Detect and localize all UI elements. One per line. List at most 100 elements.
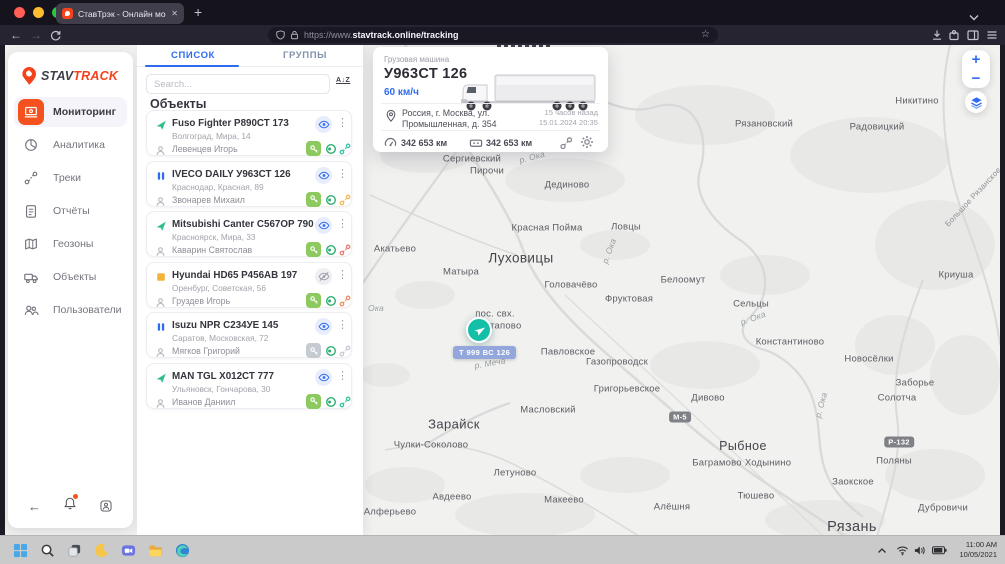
connection-icon[interactable]: [339, 344, 351, 362]
ignition-key-icon[interactable]: [306, 242, 321, 257]
driver-icon: [155, 244, 166, 262]
search-icon[interactable]: [39, 542, 56, 559]
sidebar-item-geozones[interactable]: Геозоны: [14, 229, 127, 259]
visibility-toggle[interactable]: [315, 318, 332, 335]
sidebar-toggle-icon[interactable]: [967, 25, 979, 45]
vehicle-address: Красноярск, Мира, 33: [172, 232, 256, 242]
card-menu-icon[interactable]: ⋮: [337, 217, 348, 232]
browser-tab[interactable]: СтавТрэк - Онлайн мониторин ✕: [56, 3, 184, 24]
vehicle-name: IVECO DAILY У963СТ 126: [172, 169, 291, 180]
visibility-toggle[interactable]: [315, 268, 332, 285]
vehicle-card[interactable]: Fuso Fighter Р890СТ 173⋮Волгоград, Мира,…: [146, 110, 352, 156]
objects-truck-icon: [18, 264, 44, 290]
ignition-key-icon[interactable]: [306, 394, 321, 409]
sidebar-item-label: Объекты: [53, 271, 96, 283]
task-view-icon[interactable]: [66, 542, 83, 559]
vehicle-marker[interactable]: [466, 317, 492, 343]
search-input[interactable]: [146, 74, 330, 94]
account-icon[interactable]: [99, 499, 113, 513]
card-menu-icon[interactable]: ⋮: [337, 318, 348, 333]
bookmark-star-icon[interactable]: ☆: [701, 27, 710, 43]
sidebar-item-objects[interactable]: Объекты: [14, 262, 127, 292]
forward-icon[interactable]: →: [30, 25, 42, 45]
sensor-status-icon[interactable]: [325, 294, 337, 312]
vehicle-name: Mitsubishi Canter С567ОР 790: [172, 219, 314, 230]
connection-icon[interactable]: [339, 193, 351, 211]
visibility-toggle[interactable]: [315, 167, 332, 184]
connection-icon[interactable]: [339, 142, 351, 160]
share-route-icon[interactable]: [559, 136, 573, 155]
window-minimize-button[interactable]: [33, 7, 44, 18]
tab-close-icon[interactable]: ✕: [171, 9, 178, 18]
back-icon[interactable]: ←: [10, 25, 22, 45]
settings-gear-icon[interactable]: [580, 135, 594, 154]
vehicle-card[interactable]: Isuzu NPR С234УЕ 145⋮Саратов, Московская…: [146, 312, 352, 358]
vehicle-card[interactable]: MAN TGL Х012СТ 777⋮Ульяновск, Гончарова,…: [146, 363, 352, 409]
collapse-back-icon[interactable]: ←: [28, 499, 41, 514]
edge-browser-icon[interactable]: [174, 542, 191, 559]
menu-hamburger-icon[interactable]: [986, 25, 998, 45]
sidebar-item-reports[interactable]: Отчёты: [14, 196, 127, 226]
driver-name: Каварин Святослав: [172, 245, 252, 255]
reload-icon[interactable]: [50, 25, 61, 45]
vehicle-card[interactable]: Hyundai HD65 Р456АВ 197⋮Оренбург, Советс…: [146, 262, 352, 308]
ignition-key-icon[interactable]: [306, 192, 321, 207]
sidebar-item-monitoring[interactable]: Мониторинг: [14, 97, 127, 127]
teams-chat-icon[interactable]: [120, 542, 137, 559]
ignition-key-icon[interactable]: [306, 141, 321, 156]
card-menu-icon[interactable]: ⋮: [337, 268, 348, 283]
battery-icon[interactable]: [931, 542, 947, 559]
sidebar-item-analytics[interactable]: Аналитика: [14, 130, 127, 160]
sidebar-item-users[interactable]: Пользователи: [14, 295, 127, 325]
marker-plate-badge[interactable]: Т 999 ВС 126: [453, 346, 516, 359]
volume-icon[interactable]: [913, 542, 927, 559]
driver-icon: [155, 396, 166, 414]
vehicle-card[interactable]: IVECO DAILY У963СТ 126⋮Краснодар, Красна…: [146, 161, 352, 207]
moon-icon[interactable]: [93, 542, 110, 559]
connection-icon[interactable]: [339, 294, 351, 312]
location-pin-icon: [385, 109, 397, 128]
connection-icon[interactable]: [339, 243, 351, 261]
tabs-dropdown-icon[interactable]: [969, 8, 979, 26]
sensor-status-icon[interactable]: [325, 142, 337, 160]
sensor-status-icon[interactable]: [325, 243, 337, 261]
ignition-key-icon[interactable]: [306, 343, 321, 358]
lock-icon[interactable]: [290, 30, 299, 40]
vehicle-address: Волгоград, Мира, 14: [172, 131, 251, 141]
tray-chevron-icon[interactable]: [876, 542, 888, 559]
card-menu-icon[interactable]: ⋮: [337, 369, 348, 384]
ignition-key-icon[interactable]: [306, 293, 321, 308]
window-close-button[interactable]: [14, 7, 25, 18]
wifi-icon[interactable]: [895, 542, 909, 559]
download-icon[interactable]: [931, 25, 943, 45]
card-menu-icon[interactable]: ⋮: [337, 116, 348, 131]
zoom-in-button[interactable]: +: [962, 50, 990, 69]
app-content: Сергиевскийр. ОкаПирочиДединовоНикитиноР…: [5, 45, 1000, 535]
zoom-out-button[interactable]: −: [962, 69, 990, 88]
tab-list[interactable]: СПИСОК: [137, 45, 249, 67]
tray-clock[interactable]: 11:00 AM 10/05/2021: [959, 540, 997, 560]
sensor-status-icon[interactable]: [325, 395, 337, 413]
sort-az-button[interactable]: A↓Z: [336, 77, 350, 84]
sensor-status-icon[interactable]: [325, 344, 337, 362]
sidebar-item-tracks[interactable]: Треки: [14, 163, 127, 193]
url-bar[interactable]: https://www.stavtrack.online/tracking ☆: [268, 27, 718, 43]
extensions-icon[interactable]: [948, 25, 960, 45]
vehicle-list: Fuso Fighter Р890СТ 173⋮Волгоград, Мира,…: [146, 110, 354, 413]
vehicle-card[interactable]: Mitsubishi Canter С567ОР 790 ⋮ Красноярск,…: [146, 211, 352, 257]
divider: [381, 130, 600, 131]
map-layers-button[interactable]: [965, 91, 987, 113]
notifications-bell-icon[interactable]: [63, 496, 77, 516]
visibility-toggle[interactable]: [315, 369, 332, 386]
visibility-toggle[interactable]: [315, 217, 332, 234]
new-tab-button[interactable]: +: [194, 2, 202, 22]
card-menu-icon[interactable]: ⋮: [337, 167, 348, 182]
start-button-icon[interactable]: [12, 542, 29, 559]
sensor-status-icon[interactable]: [325, 193, 337, 211]
tab-groups[interactable]: ГРУППЫ: [249, 45, 361, 67]
file-explorer-icon[interactable]: [147, 542, 164, 559]
visibility-toggle[interactable]: [315, 116, 332, 133]
vehicle-status-icon: [155, 320, 167, 338]
shield-icon[interactable]: [276, 30, 285, 40]
connection-icon[interactable]: [339, 395, 351, 413]
